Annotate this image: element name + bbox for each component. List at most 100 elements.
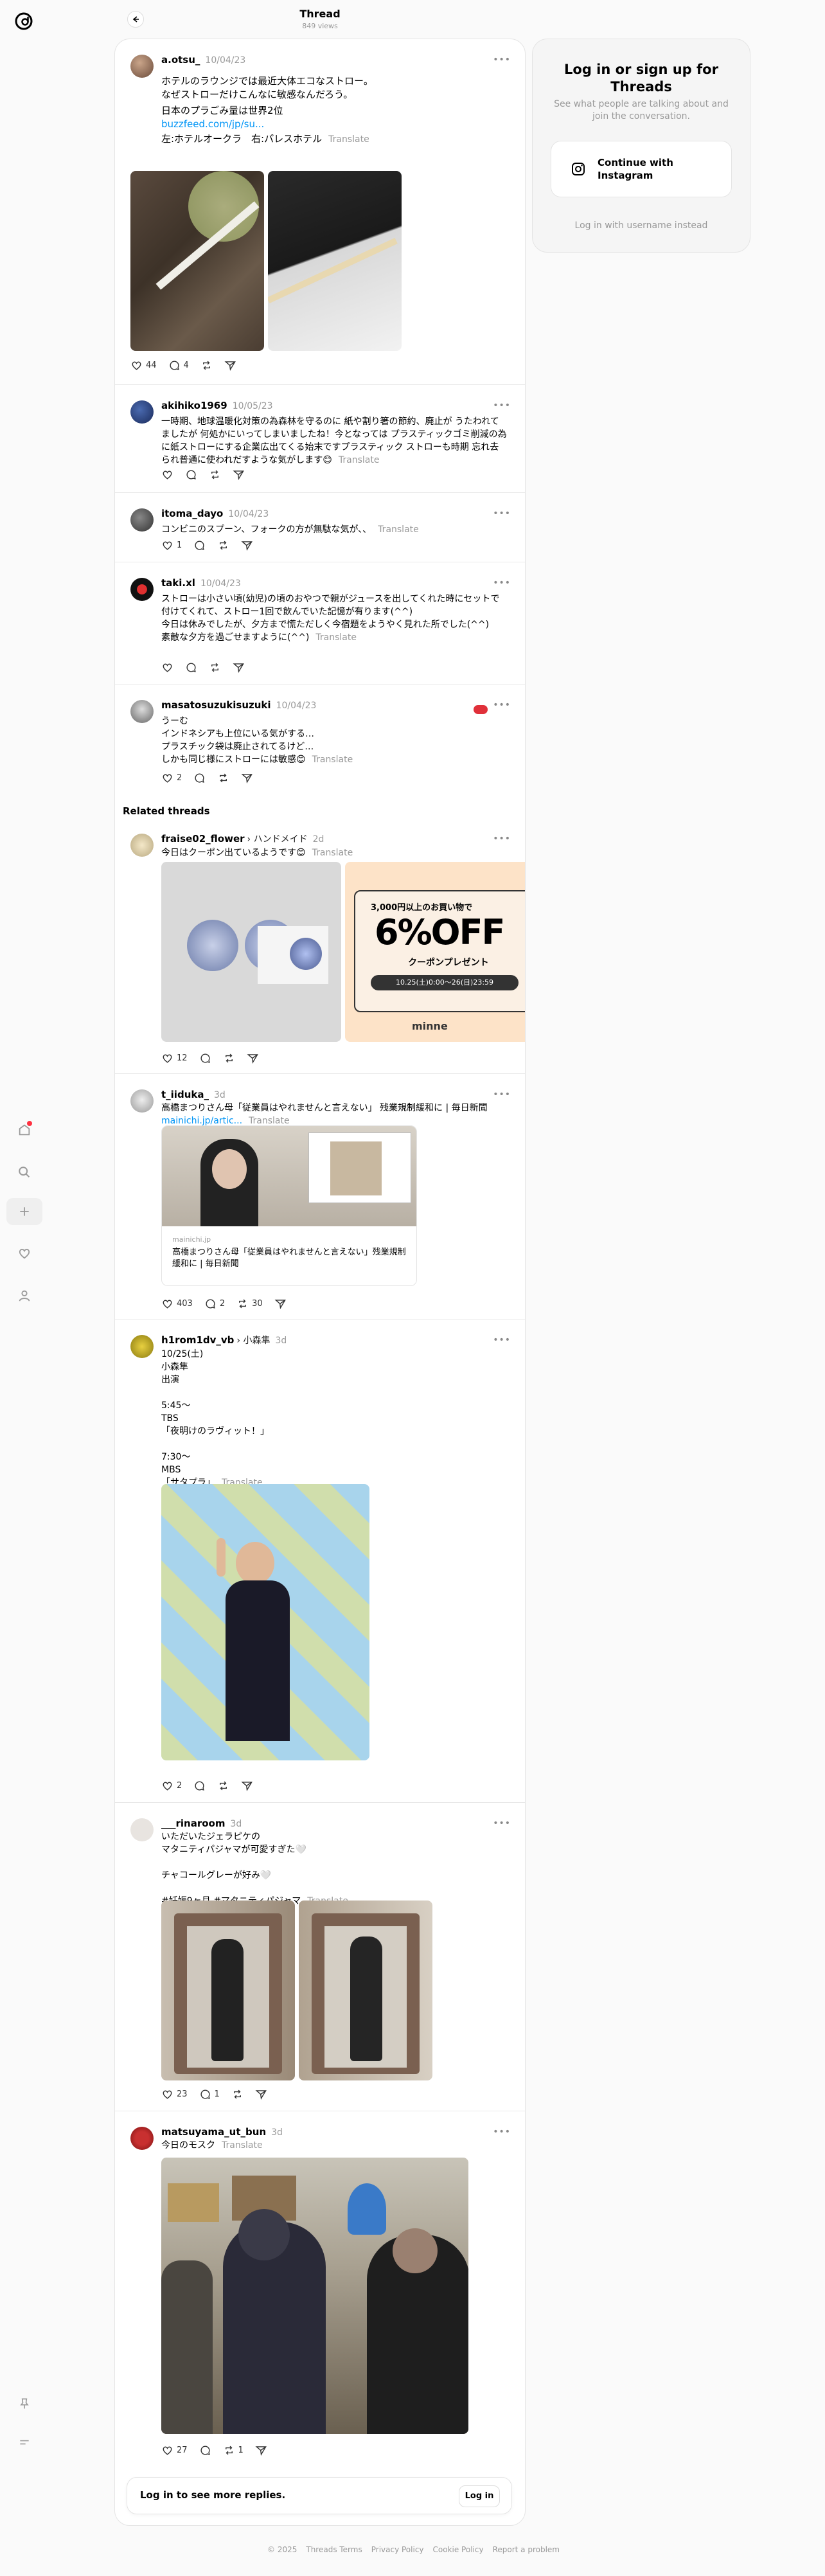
reply-button[interactable]: [185, 469, 197, 481]
username[interactable]: masatosuzukisuzuki: [161, 699, 271, 711]
repost-button[interactable]: [231, 2088, 244, 2100]
like-button[interactable]: 27: [161, 2444, 188, 2456]
share-button[interactable]: [224, 359, 236, 371]
like-button[interactable]: 2: [161, 1780, 182, 1792]
post-image[interactable]: [299, 1901, 432, 2080]
topic-crumb[interactable]: › ハンドメイド: [247, 834, 308, 845]
translate-link[interactable]: Translate: [339, 455, 380, 465]
username[interactable]: akihiko1969: [161, 400, 227, 411]
post-image[interactable]: [161, 862, 341, 1042]
translate-link[interactable]: Translate: [312, 755, 353, 765]
repost-button[interactable]: [217, 539, 229, 551]
avatar[interactable]: [130, 1818, 154, 1841]
comment-icon: [186, 470, 196, 479]
pin-icon[interactable]: [13, 2392, 36, 2415]
post-image[interactable]: [161, 1901, 295, 2080]
repost-button[interactable]: [200, 359, 213, 371]
translate-link[interactable]: Translate: [249, 1116, 290, 1126]
coupon-image[interactable]: 3,000円以上のお買い物で 6%OFF クーポンプレゼント 10.25(土)0…: [345, 862, 525, 1042]
like-button[interactable]: 403: [161, 1298, 193, 1310]
share-button[interactable]: [241, 539, 253, 551]
like-button[interactable]: [161, 469, 173, 481]
menu-icon[interactable]: [13, 2431, 36, 2454]
like-button[interactable]: 2: [161, 772, 182, 784]
reply-button[interactable]: [199, 1052, 211, 1064]
post-date: 3d: [230, 1819, 242, 1829]
username[interactable]: t_iiduka_: [161, 1089, 209, 1100]
repost-button[interactable]: [217, 772, 229, 784]
username[interactable]: a.otsu_: [161, 54, 200, 66]
repost-icon: [225, 1053, 233, 1063]
avatar[interactable]: [130, 55, 154, 78]
username[interactable]: itoma_dayo: [161, 508, 223, 519]
post-image[interactable]: [268, 171, 402, 351]
avatar[interactable]: [130, 700, 154, 723]
reply-button[interactable]: [185, 661, 197, 674]
reply-button[interactable]: 2: [204, 1298, 225, 1310]
post-image[interactable]: [161, 2158, 468, 2434]
create-post-icon[interactable]: [6, 1198, 42, 1225]
avatar[interactable]: [130, 2127, 154, 2150]
like-button[interactable]: 44: [130, 359, 157, 371]
repost-button[interactable]: [209, 661, 221, 674]
footer-link-cookies[interactable]: Cookie Policy: [433, 2545, 484, 2554]
footer-link-privacy[interactable]: Privacy Policy: [371, 2545, 424, 2554]
reply-button[interactable]: 4: [168, 359, 189, 371]
like-button[interactable]: 12: [161, 1052, 188, 1064]
share-button[interactable]: [233, 661, 245, 674]
avatar[interactable]: [130, 834, 154, 857]
username[interactable]: ___rinaroom: [161, 1818, 225, 1829]
avatar[interactable]: [130, 1335, 154, 1358]
like-button[interactable]: [161, 661, 173, 674]
post-link[interactable]: buzzfeed.com/jp/su...: [161, 118, 264, 130]
footer-link-report[interactable]: Report a problem: [493, 2545, 560, 2554]
profile-icon[interactable]: [13, 1284, 36, 1307]
continue-with-instagram-button[interactable]: Continue with Instagram: [551, 141, 732, 197]
share-button[interactable]: [247, 1052, 259, 1064]
home-icon[interactable]: [13, 1118, 36, 1141]
username[interactable]: taki.xl: [161, 577, 195, 589]
reply-button[interactable]: [199, 2444, 211, 2456]
share-button[interactable]: [241, 772, 253, 784]
reply-button[interactable]: 1: [199, 2088, 220, 2100]
login-button[interactable]: Log in: [459, 2485, 500, 2507]
share-button[interactable]: [274, 1298, 287, 1310]
post-image[interactable]: [130, 171, 264, 351]
link-preview-card[interactable]: mainichi.jp 高橋まつりさん母「従業員はやれませんと言えない」残業規制…: [161, 1125, 417, 1286]
username[interactable]: fraise02_flower: [161, 833, 245, 845]
topic-crumb[interactable]: › 小森隼: [236, 1336, 270, 1346]
share-button[interactable]: [255, 2444, 267, 2456]
translate-link[interactable]: Translate: [312, 848, 353, 858]
translate-link[interactable]: Translate: [328, 134, 369, 145]
post-link[interactable]: mainichi.jp/artic...: [161, 1116, 242, 1126]
translate-link[interactable]: Translate: [222, 2140, 263, 2151]
like-button[interactable]: 1: [161, 539, 182, 551]
threads-logo-icon[interactable]: [13, 10, 35, 32]
reply-button[interactable]: [193, 1780, 206, 1792]
avatar[interactable]: [130, 1089, 154, 1113]
username[interactable]: matsuyama_ut_bun: [161, 2126, 266, 2138]
avatar[interactable]: [130, 508, 154, 532]
repost-button[interactable]: 1: [223, 2444, 244, 2456]
repost-button[interactable]: [209, 469, 221, 481]
translate-link[interactable]: Translate: [315, 632, 357, 643]
share-button[interactable]: [233, 469, 245, 481]
avatar[interactable]: [130, 400, 154, 424]
login-signup-panel: Log in or sign up for Threads See what p…: [532, 39, 750, 253]
repost-button[interactable]: [217, 1780, 229, 1792]
username-login-link[interactable]: Log in with username instead: [533, 220, 750, 231]
share-button[interactable]: [255, 2088, 267, 2100]
username[interactable]: h1rom1dv_vb: [161, 1334, 234, 1346]
avatar[interactable]: [130, 578, 154, 601]
post-image[interactable]: [161, 1484, 369, 1760]
repost-button[interactable]: 30: [236, 1298, 263, 1310]
repost-button[interactable]: [223, 1052, 235, 1064]
translate-link[interactable]: Translate: [378, 524, 419, 535]
reply-button[interactable]: [193, 772, 206, 784]
activity-heart-icon[interactable]: [13, 1242, 36, 1265]
like-button[interactable]: 23: [161, 2088, 188, 2100]
reply-button[interactable]: [193, 539, 206, 551]
share-button[interactable]: [241, 1780, 253, 1792]
search-icon[interactable]: [13, 1161, 36, 1184]
footer-link-terms[interactable]: Threads Terms: [306, 2545, 362, 2554]
